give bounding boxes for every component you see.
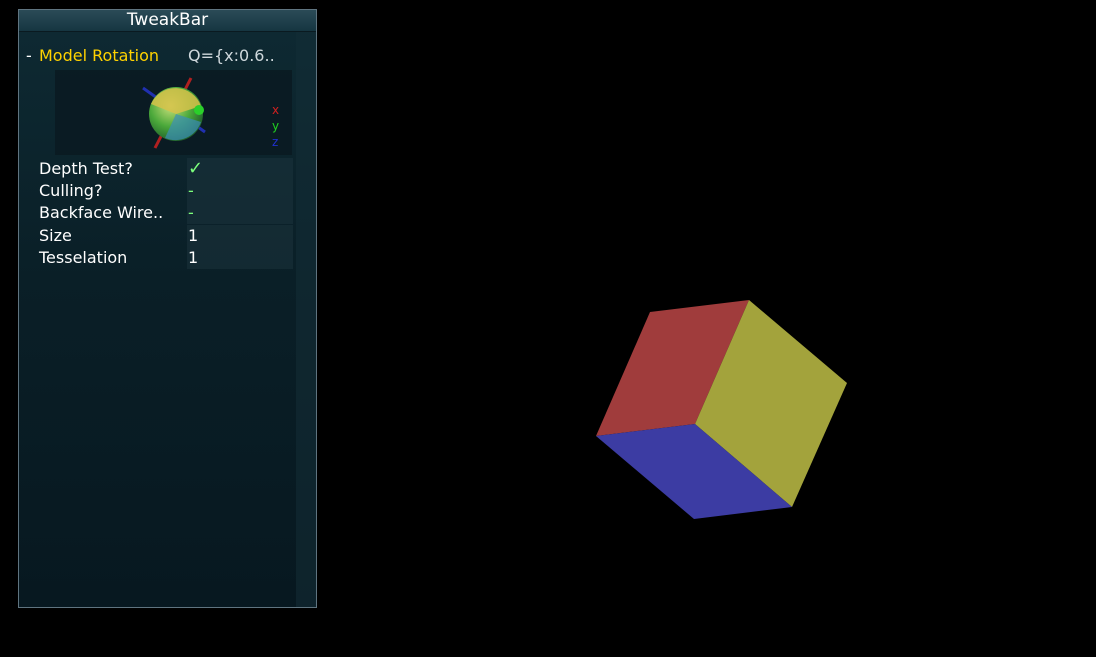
rotation-sphere-widget[interactable]: x y z (55, 70, 292, 155)
tweakbar-panel[interactable]: TweakBar - Model Rotation Q={x:0.6.. x y… (18, 9, 317, 608)
tweakbar-title[interactable]: TweakBar (19, 10, 316, 32)
rotation-sphere-icon (142, 77, 206, 149)
axis-y-label: y (272, 119, 280, 133)
depth-test-checkbox[interactable]: ✓ (187, 158, 293, 180)
collapse-toggle[interactable]: - (26, 45, 32, 67)
param-label: Tesselation (39, 248, 128, 267)
param-label: Depth Test? (39, 159, 133, 178)
axis-z-label: z (272, 135, 279, 149)
param-label: Culling? (39, 181, 103, 200)
tesselation-value[interactable]: 1 (187, 247, 293, 269)
axis-x-label: x (272, 103, 280, 117)
param-label: Backface Wire.. (39, 203, 164, 222)
culling-checkbox[interactable]: - (187, 180, 293, 202)
size-value[interactable]: 1 (187, 225, 293, 247)
cube-model[interactable] (590, 295, 850, 525)
tweakbar-scroll-area (296, 32, 316, 607)
param-label: Size (39, 226, 72, 245)
render-viewport[interactable]: TweakBar - Model Rotation Q={x:0.6.. x y… (0, 0, 1096, 657)
backface-wire-checkbox[interactable]: - (187, 202, 293, 224)
model-rotation-value[interactable]: Q={x:0.6.. (187, 45, 293, 67)
model-rotation-label: Model Rotation (39, 46, 160, 65)
